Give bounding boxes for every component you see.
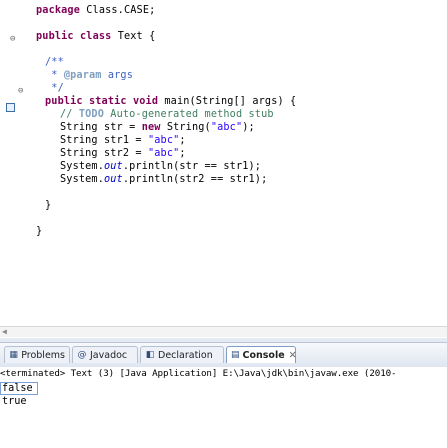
console-icon: ▤ (231, 350, 240, 360)
fold-collapse-icon[interactable]: ⊖ (18, 86, 23, 96)
javadoc-open: /** (45, 57, 64, 68)
javadoc-param: * @param args (45, 70, 133, 81)
code-line-class-decl: public class Text { (36, 31, 156, 42)
code-editor[interactable]: ⊖ ⊖ package Class.CASE; public class Tex… (0, 0, 447, 338)
console-output-line: false (2, 383, 33, 394)
tab-problems[interactable]: ▦ Problems (4, 346, 70, 363)
fold-collapse-icon[interactable]: ⊖ (10, 34, 15, 44)
code-line-class-close: } (36, 226, 43, 237)
horizontal-scrollbar[interactable]: ◀ (0, 326, 447, 337)
code-line-str: String str = new String("abc"); (60, 122, 255, 133)
code-line-println-2: System.out.println(str2 == str1); (60, 174, 268, 185)
console-status: <terminated> Text (3) [Java Application]… (0, 368, 397, 379)
tab-console[interactable]: ▤ Console ✕ (226, 346, 297, 363)
javadoc-icon: @ (77, 350, 87, 360)
code-line-package: package Class.CASE; (36, 5, 156, 16)
code-line-str1: String str1 = "abc"; (60, 135, 186, 146)
code-line-method-close: } (45, 200, 52, 211)
close-icon[interactable]: ✕ (289, 350, 297, 361)
editor-ruler (0, 0, 30, 338)
declaration-icon: ◧ (145, 350, 155, 360)
console-output-line: true (2, 396, 27, 407)
tab-declaration[interactable]: ◧ Declaration (140, 346, 224, 363)
tab-javadoc[interactable]: @ Javadoc (72, 346, 138, 363)
code-line-str2: String str2 = "abc"; (60, 148, 186, 159)
code-line-println-1: System.out.println(str == str1); (60, 161, 262, 172)
warning-marker-icon[interactable] (6, 103, 15, 112)
problems-icon: ▦ (9, 350, 18, 360)
code-line-todo-comment: // TODO Auto-generated method stub (60, 109, 274, 120)
views-tab-bar: ▦ Problems @ Javadoc ◧ Declaration ▤ Console… (0, 342, 447, 368)
console-panel[interactable]: <terminated> Text (3) [Java Application]… (0, 367, 447, 448)
javadoc-close: */ (45, 83, 64, 94)
scroll-left-icon[interactable]: ◀ (2, 327, 7, 336)
code-line-main-decl: public static void main(String[] args) { (45, 96, 297, 107)
